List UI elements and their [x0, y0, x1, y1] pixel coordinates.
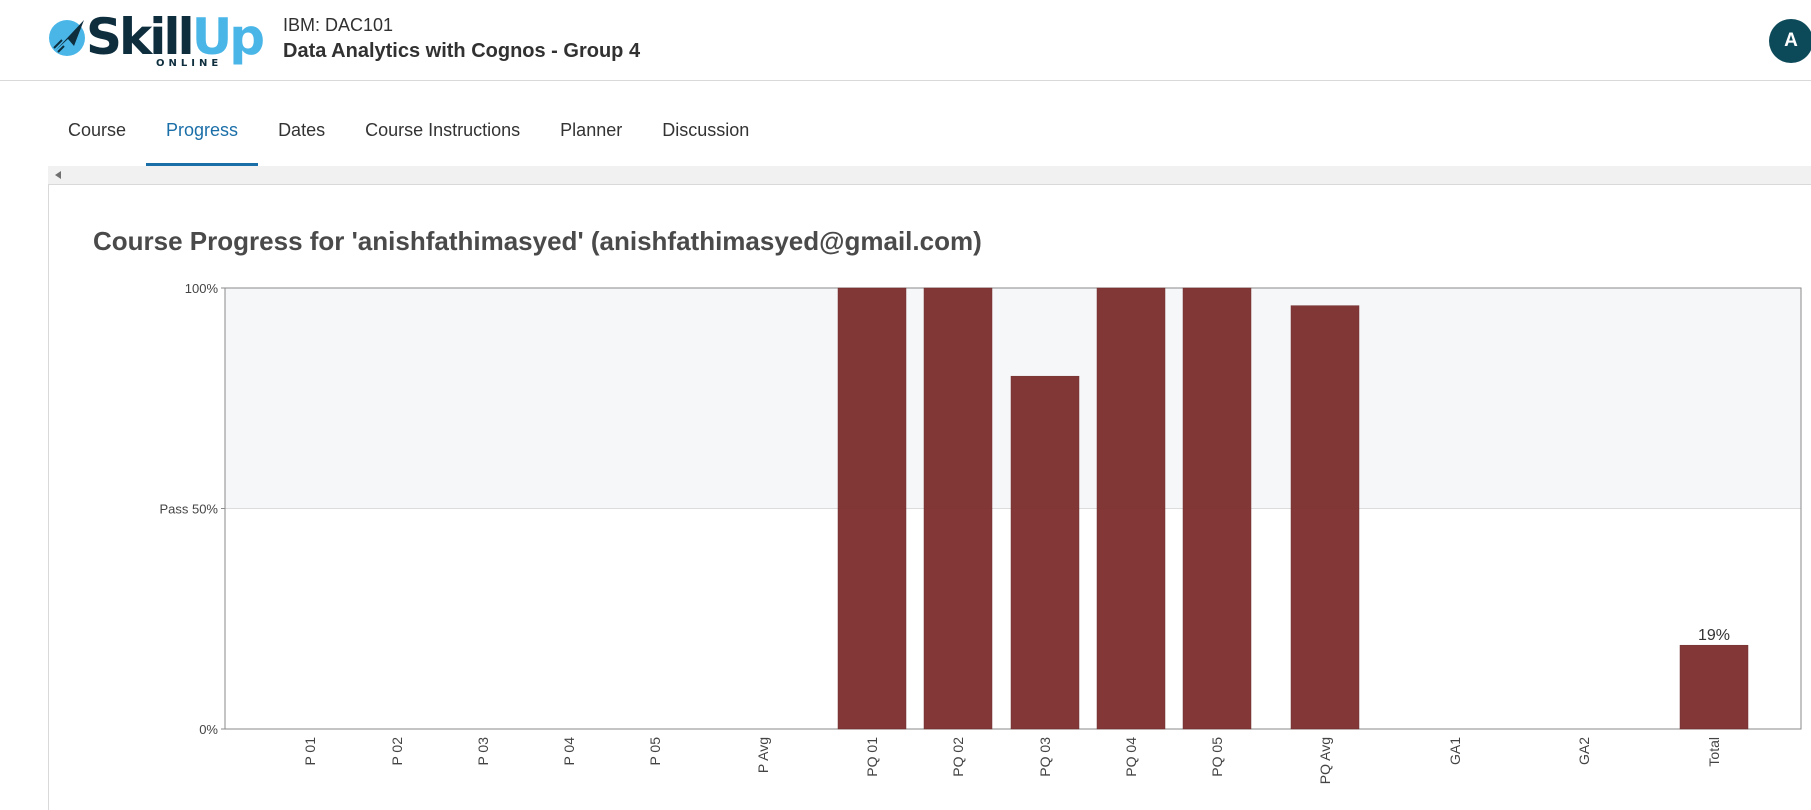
x-tick-label: P 02	[389, 737, 405, 766]
y-tick-label: 100%	[185, 281, 219, 296]
x-tick-label: PQ 05	[1209, 737, 1225, 777]
bar-pq-02	[923, 287, 993, 730]
bar-pq-04	[1096, 287, 1166, 730]
x-tick-label: PQ Avg	[1317, 737, 1333, 784]
data-label: 19%	[1698, 627, 1730, 644]
x-tick-label: P 05	[647, 737, 663, 766]
bar-pq-01	[837, 287, 907, 730]
y-tick-label: Pass 50%	[159, 502, 218, 517]
bar-pq-avg	[1290, 305, 1360, 730]
x-tick-label: PQ 02	[950, 737, 966, 777]
bar-pq-05	[1182, 287, 1252, 730]
x-tick-label: PQ 03	[1037, 737, 1053, 777]
bar-pq-03	[1010, 375, 1080, 730]
x-tick-label: P Avg	[755, 737, 771, 773]
x-tick-label: PQ 04	[1123, 737, 1139, 777]
x-tick-label: P 03	[475, 737, 491, 766]
x-tick-label: P 01	[302, 737, 318, 766]
x-tick-label: GA2	[1576, 737, 1592, 765]
y-tick-label: 0%	[199, 722, 218, 737]
progress-chart: 0% Pass 50% 100% P 01 P 02 P 03 P 04 P 05 P Avg P…	[159, 281, 1802, 784]
x-tick-label: Total	[1706, 737, 1722, 767]
bar-total	[1679, 644, 1749, 730]
x-tick-label: P 04	[561, 737, 577, 766]
x-tick-label: PQ 01	[864, 737, 880, 777]
x-tick-label: GA1	[1447, 737, 1463, 765]
